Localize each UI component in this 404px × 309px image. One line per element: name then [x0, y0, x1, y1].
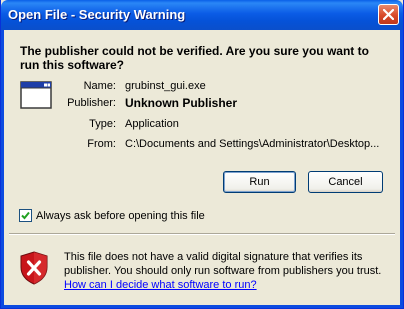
cancel-button[interactable]: Cancel	[308, 171, 383, 193]
always-ask-row[interactable]: Always ask before opening this file	[19, 209, 205, 222]
publisher-value: Unknown Publisher	[125, 96, 238, 110]
window-border-left	[1, 30, 4, 308]
window-border-right	[400, 30, 403, 308]
from-label: From:	[87, 138, 116, 150]
from-value: C:\Documents and Settings\Administrator\…	[125, 138, 380, 150]
checkmark-icon	[21, 211, 30, 220]
application-window-icon	[20, 81, 52, 109]
type-value: Application	[125, 118, 179, 130]
run-button[interactable]: Run	[223, 171, 296, 193]
window-border-bottom	[1, 305, 403, 308]
warning-headline: The publisher could not be verified. Are…	[20, 44, 369, 72]
publisher-label: Publisher:	[67, 97, 116, 109]
type-label: Type:	[89, 118, 116, 130]
name-label: Name:	[83, 80, 116, 92]
warning-message: This file does not have a valid digital …	[64, 250, 384, 292]
close-button[interactable]	[378, 4, 399, 25]
always-ask-label: Always ask before opening this file	[36, 209, 205, 222]
cancel-button-label: Cancel	[328, 176, 363, 188]
title-bar[interactable]: Open File - Security Warning	[1, 0, 403, 30]
help-link[interactable]: How can I decide what software to run?	[64, 279, 257, 291]
warning-text: This file does not have a valid digital …	[64, 251, 382, 277]
window-title: Open File - Security Warning	[8, 7, 186, 22]
name-value: grubinst_gui.exe	[125, 80, 206, 92]
security-warning-dialog: Open File - Security Warning The publish…	[0, 0, 404, 309]
separator	[9, 233, 395, 235]
run-button-label: Run	[249, 176, 270, 188]
close-x-icon	[383, 9, 394, 20]
always-ask-checkbox[interactable]	[19, 209, 32, 222]
shield-warning-icon	[20, 251, 48, 285]
